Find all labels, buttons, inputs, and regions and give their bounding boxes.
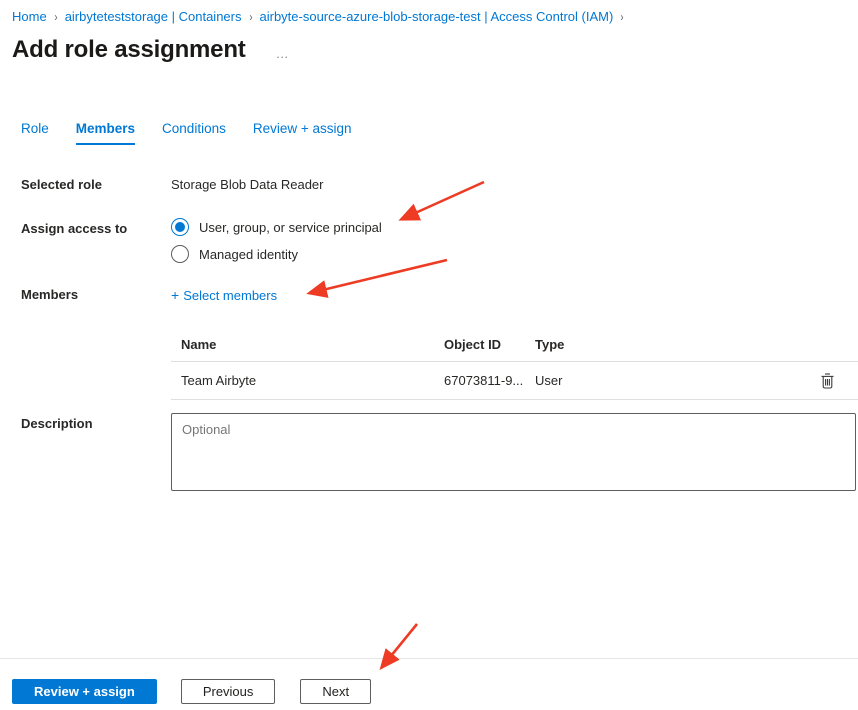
tab-conditions[interactable]: Conditions: [162, 121, 226, 145]
tab-members[interactable]: Members: [76, 121, 135, 145]
radio-managed-identity[interactable]: Managed identity: [171, 245, 382, 263]
next-button[interactable]: Next: [300, 679, 371, 704]
assign-access-label: Assign access to: [21, 221, 171, 263]
description-textarea[interactable]: [171, 413, 856, 491]
select-members-label: Select members: [183, 288, 277, 303]
column-header-type: Type: [535, 337, 796, 352]
title-row: Add role assignment …: [12, 36, 291, 64]
breadcrumb-storage-link[interactable]: airbyteteststorage | Containers: [65, 9, 242, 24]
column-header-object-id: Object ID: [444, 337, 535, 352]
chevron-right-icon: ›: [249, 10, 252, 24]
radio-label: User, group, or service principal: [199, 220, 382, 235]
tab-review-assign[interactable]: Review + assign: [253, 121, 352, 145]
chevron-right-icon: ›: [621, 10, 624, 24]
breadcrumb-container-iam-link[interactable]: airbyte-source-azure-blob-storage-test |…: [260, 9, 614, 24]
selected-role-label: Selected role: [21, 177, 171, 192]
table-row: Team Airbyte 67073811-9... User: [171, 362, 858, 400]
assign-access-options: User, group, or service principal Manage…: [171, 218, 382, 263]
select-members-link[interactable]: + Select members: [171, 287, 277, 303]
previous-button[interactable]: Previous: [181, 679, 276, 704]
breadcrumb: Home › airbyteteststorage | Containers ›…: [12, 9, 624, 24]
annotation-arrow-next-button: [382, 624, 417, 667]
footer-divider: [0, 658, 858, 659]
more-options-icon[interactable]: …: [276, 40, 291, 61]
selected-role-row: Selected role Storage Blob Data Reader: [21, 177, 323, 192]
tab-bar: Role Members Conditions Review + assign: [21, 121, 352, 145]
radio-selected-icon[interactable]: [171, 218, 189, 236]
members-row: Members + Select members: [21, 287, 277, 303]
chevron-right-icon: ›: [54, 10, 57, 24]
description-row: Description: [21, 416, 171, 431]
members-table: Name Object ID Type Team Airbyte 6707381…: [171, 328, 858, 400]
member-object-id-cell: 67073811-9...: [444, 373, 535, 388]
member-name-cell: Team Airbyte: [171, 373, 444, 388]
assign-access-row: Assign access to User, group, or service…: [21, 221, 382, 263]
description-label: Description: [21, 416, 171, 431]
member-type-cell: User: [535, 373, 796, 388]
review-assign-button[interactable]: Review + assign: [12, 679, 157, 704]
members-label: Members: [21, 287, 171, 303]
breadcrumb-home-link[interactable]: Home: [12, 9, 47, 24]
trash-icon: [820, 372, 835, 389]
radio-user-group-service-principal[interactable]: User, group, or service principal: [171, 218, 382, 236]
annotation-arrow-assign-access: [402, 182, 484, 219]
add-role-assignment-page: Home › airbyteteststorage | Containers ›…: [0, 0, 858, 710]
radio-unselected-icon[interactable]: [171, 245, 189, 263]
page-title: Add role assignment: [12, 36, 246, 64]
radio-label: Managed identity: [199, 247, 298, 262]
delete-member-button[interactable]: [818, 370, 837, 391]
annotation-arrow-select-members: [310, 260, 447, 293]
selected-role-value: Storage Blob Data Reader: [171, 177, 323, 192]
plus-icon: +: [171, 287, 179, 303]
tab-role[interactable]: Role: [21, 121, 49, 145]
table-header-row: Name Object ID Type: [171, 328, 858, 362]
footer-actions: Review + assign Previous Next: [12, 679, 396, 704]
column-header-name: Name: [171, 337, 444, 352]
